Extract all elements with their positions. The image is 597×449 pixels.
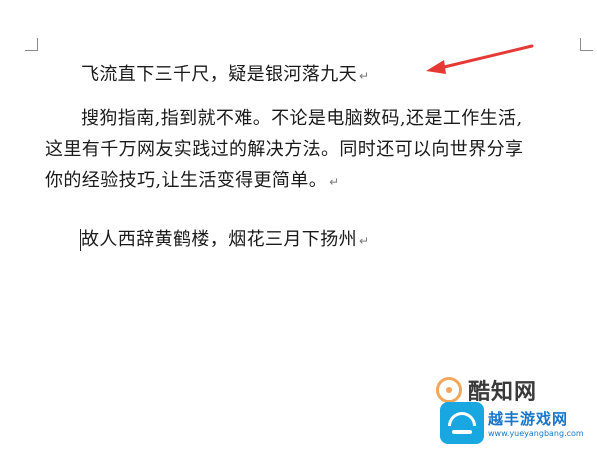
top-right-margin-mark — [580, 38, 593, 51]
paragraph-2-line-1[interactable]: 搜狗指南,指到就不难。不论是电脑数码,还是工作生活, — [81, 104, 597, 134]
yuefeng-url-text: www.yueyangbang.com — [488, 429, 584, 438]
paragraph-mark: ↵ — [359, 234, 370, 248]
paragraph-2-line-3[interactable]: 你的经验技巧,让生活变得更简单。 ↵ — [45, 166, 585, 197]
watermark-yuefeng: 越丰游戏网 www.yueyangbang.com — [440, 402, 584, 444]
paragraph-1-text: 飞流直下三千尺，疑是银河落九天 — [81, 64, 357, 85]
yuefeng-logo-icon — [440, 402, 484, 444]
top-left-margin-mark — [25, 38, 38, 51]
document-page[interactable]: 飞流直下三千尺，疑是银河落九天 ↵ 搜狗指南,指到就不难。不论是电脑数码,还是工作… — [0, 0, 597, 449]
paragraph-3-text: 故人西辞黄鹤楼，烟花三月下扬州 — [81, 229, 357, 250]
paragraph-2-line-1-text: 搜狗指南,指到就不难。不论是电脑数码,还是工作生活, — [81, 108, 523, 129]
paragraph-2-line-3-text: 你的经验技巧,让生活变得更简单。 — [45, 170, 328, 191]
paragraph-3[interactable]: 故人西辞黄鹤楼，烟花三月下扬州 ↵ — [81, 225, 597, 256]
kuzhi-logo-icon — [436, 377, 462, 403]
text-cursor — [80, 229, 81, 251]
paragraph-mark: ↵ — [359, 69, 370, 83]
paragraph-2-line-2[interactable]: 这里有千万网友实践过的解决方法。同时还可以向世界分享 — [45, 135, 585, 165]
yuefeng-brand-text: 越丰游戏网 — [488, 410, 569, 428]
red-arrow-icon — [426, 44, 534, 74]
paragraph-2-line-2-text: 这里有千万网友实践过的解决方法。同时还可以向世界分享 — [45, 139, 524, 160]
paragraph-mark: ↵ — [329, 175, 340, 189]
